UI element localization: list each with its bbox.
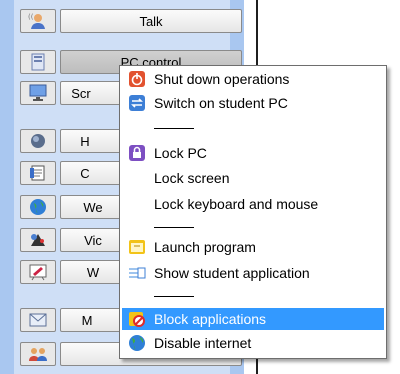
- menu-separator: [154, 128, 194, 129]
- screen-icon[interactable]: [20, 81, 56, 105]
- message-icon[interactable]: [20, 308, 56, 332]
- lock-icon: [129, 145, 145, 161]
- menu-item-label: Switch on student PC: [154, 95, 288, 111]
- menu-item-lock-screen[interactable]: Lock screen: [122, 167, 384, 189]
- menu-item-label: Lock PC: [154, 145, 207, 161]
- talk-button[interactable]: Talk: [60, 9, 242, 33]
- menu-item-disable-internet[interactable]: Disable internet: [122, 332, 384, 354]
- whiteboard-icon[interactable]: [20, 260, 56, 284]
- talk-icon[interactable]: ((: [20, 9, 56, 33]
- pc-control-context-menu: Shut down operations Switch on student P…: [119, 65, 387, 359]
- svg-text:((: ((: [28, 13, 34, 21]
- menu-item-label: Disable internet: [154, 335, 252, 351]
- pc-control-icon[interactable]: [20, 50, 56, 74]
- menu-item-launch-program[interactable]: Launch program: [122, 236, 384, 258]
- menu-separator: [154, 227, 194, 228]
- power-icon: [129, 71, 145, 87]
- menu-separator: [154, 296, 194, 297]
- launch-icon: [129, 240, 145, 254]
- menu-item-label: Show student application: [154, 265, 310, 281]
- menu-item-label: Block applications: [154, 311, 267, 327]
- menu-item-switch-on-student-pc[interactable]: Switch on student PC: [122, 92, 384, 114]
- menu-item-block-applications[interactable]: Block applications: [122, 308, 384, 330]
- menu-item-lock-keyboard-and-mouse[interactable]: Lock keyboard and mouse: [122, 193, 384, 215]
- menu-item-label: Lock keyboard and mouse: [154, 196, 319, 212]
- video-icon[interactable]: [20, 228, 56, 252]
- menu-item-label: Lock screen: [154, 170, 230, 186]
- menu-item-show-student-application[interactable]: Show student application: [122, 262, 384, 284]
- menu-item-shut-down-operations[interactable]: Shut down operations: [122, 68, 384, 90]
- toolbar-row-talk[interactable]: (( Talk: [20, 9, 242, 35]
- menu-item-lock-pc[interactable]: Lock PC: [122, 142, 384, 164]
- help-icon[interactable]: [20, 129, 56, 153]
- switch-icon: [129, 95, 145, 111]
- application-icon: [129, 267, 146, 279]
- globe-icon: [129, 335, 145, 351]
- block-icon: [129, 312, 145, 327]
- menu-item-label: Shut down operations: [154, 71, 290, 87]
- web-icon[interactable]: [20, 195, 56, 219]
- menu-item-label: Launch program: [154, 239, 256, 255]
- clipboard-icon[interactable]: [20, 161, 56, 185]
- users-icon[interactable]: [20, 342, 56, 366]
